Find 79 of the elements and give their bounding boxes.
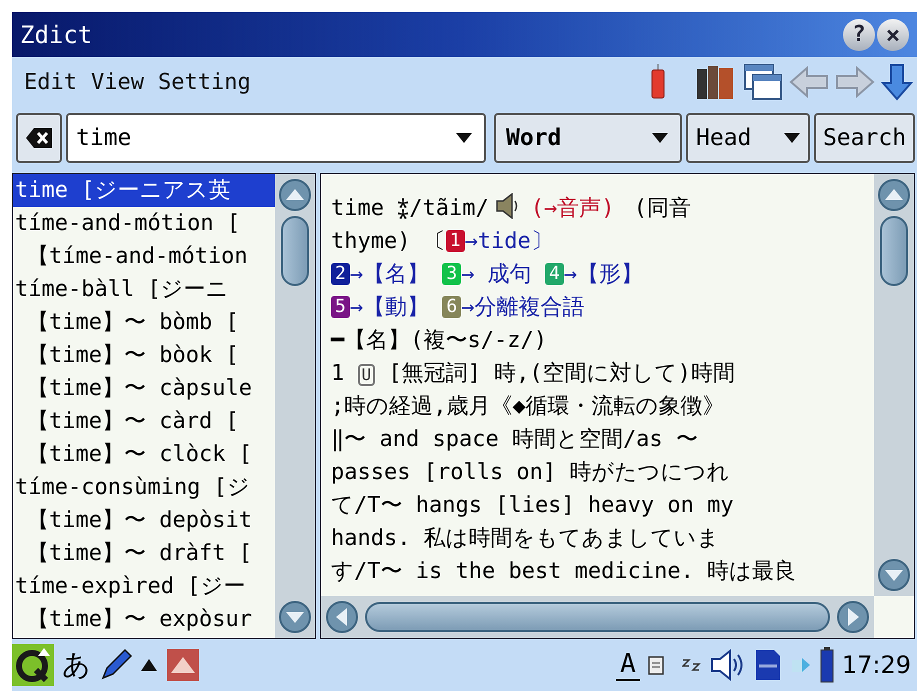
bookmark-tag-icon[interactable]: [649, 64, 667, 100]
dropdown-arrow-icon: [456, 133, 472, 143]
clipboard-icon[interactable]: [648, 655, 664, 675]
sense-badge[interactable]: 1: [446, 230, 465, 252]
battery-icon: [820, 647, 834, 683]
clear-button[interactable]: [16, 113, 62, 163]
pencil-icon[interactable]: [99, 648, 133, 682]
result-item[interactable]: 【time】〜 càpsule: [13, 372, 275, 405]
entry-text: ;時の経過,歳月《◆循環・流転の象徴》: [331, 394, 725, 419]
entry-text: thyme) 〔: [331, 229, 446, 254]
help-button[interactable]: ?: [843, 18, 875, 50]
windows-icon[interactable]: [743, 63, 783, 101]
search-input[interactable]: time: [76, 120, 456, 156]
menu-item[interactable]: Setting: [158, 66, 251, 98]
scroll-up-icon[interactable]: [877, 178, 911, 212]
close-button[interactable]: ×: [877, 18, 909, 50]
reference-link[interactable]: → 成句: [461, 262, 545, 287]
horizontal-scrollbar[interactable]: [321, 596, 874, 638]
launcher-icon[interactable]: [12, 644, 54, 686]
scroll-thumb[interactable]: [880, 216, 908, 286]
horizontal-scroll-thumb[interactable]: [365, 602, 830, 632]
sense-badge[interactable]: 6: [442, 296, 462, 318]
result-item[interactable]: 【time】〜 depòsit: [13, 504, 275, 537]
scroll-left-icon[interactable]: [325, 600, 359, 634]
scroll-up-icon[interactable]: [278, 178, 312, 212]
input-mode-indicator[interactable]: A: [616, 649, 640, 681]
down-arrow-icon[interactable]: [881, 63, 913, 101]
speaker-icon[interactable]: [494, 193, 519, 219]
result-item[interactable]: tíme-and-mótion [: [13, 207, 275, 240]
result-item[interactable]: 【time】〜 càrd [: [13, 405, 275, 438]
clear-icon: [26, 128, 52, 148]
sense-badge[interactable]: 2: [331, 263, 350, 285]
reference-link[interactable]: →分離複合語: [461, 295, 584, 320]
clock: 17:29: [842, 650, 911, 681]
result-item[interactable]: 【tíme-and-mótion: [13, 240, 275, 273]
sd-card-icon[interactable]: [754, 648, 782, 682]
uncountable-mark: U: [358, 364, 376, 386]
search-field[interactable]: time: [66, 113, 486, 163]
scroll-thumb[interactable]: [281, 216, 309, 286]
entry-text: て/T〜 hangs [lies] heavy on my: [331, 493, 734, 518]
result-item[interactable]: 【time】〜 bòmb [: [13, 306, 275, 339]
entry-text: 1: [331, 361, 346, 386]
entry-text: passes [rolls on] 時がたつにつれ: [331, 460, 730, 485]
scope-dropdown[interactable]: Head: [686, 113, 810, 163]
result-item[interactable]: 【time】〜 dràft [: [13, 537, 275, 570]
scroll-right-icon[interactable]: [836, 600, 870, 634]
dropdown-arrow-icon: [652, 133, 668, 143]
search-button[interactable]: Search: [814, 113, 915, 163]
menu-item[interactable]: Edit: [24, 66, 77, 98]
entry-text: (同音: [632, 196, 691, 221]
up-triangle-icon[interactable]: [141, 659, 157, 671]
entry-text: ━【名】(複〜s/-z/): [331, 328, 547, 353]
entry-text: [無冠詞] 時,(空間に対して)時間: [387, 361, 735, 386]
reference-link[interactable]: →【動】: [350, 295, 442, 320]
result-item[interactable]: tíme-bàll [ジーニ: [13, 273, 275, 306]
result-item[interactable]: tíme-expìred [ジー: [13, 570, 275, 603]
result-item[interactable]: 【time】〜 clòck [: [13, 438, 275, 471]
result-item[interactable]: 【time】〜 expòsur: [13, 603, 275, 636]
scroll-down-icon[interactable]: [877, 558, 911, 592]
audio-link[interactable]: (→音声): [530, 196, 614, 221]
result-item[interactable]: time [ジーニアス英: [13, 174, 275, 207]
scroll-down-icon[interactable]: [278, 600, 312, 634]
window-title: Zdict: [20, 20, 92, 50]
reference-link[interactable]: →【形】: [564, 262, 644, 287]
entry-text: hands. 私は時間をもてあましていま: [331, 526, 720, 551]
dropdown-arrow-icon: [784, 133, 800, 143]
entry-text: す/T〜 is the best medicine. 時は最良: [331, 559, 796, 584]
input-method-indicator[interactable]: あ: [62, 644, 91, 686]
result-item[interactable]: 【time】〜 bòok [: [13, 339, 275, 372]
result-item[interactable]: tíme-consùming [ジ: [13, 471, 275, 504]
entry-text: time ⁑/tãim/: [331, 196, 489, 221]
reference-link[interactable]: →tide〕: [464, 229, 553, 254]
sense-badge[interactable]: 5: [331, 296, 350, 318]
entry-text: ‖〜 and space 時間と空間/as 〜: [331, 427, 698, 452]
menu-item[interactable]: View: [90, 66, 144, 98]
reference-link[interactable]: →【名】: [350, 262, 442, 287]
vertical-scrollbar[interactable]: [275, 174, 315, 638]
mode-dropdown[interactable]: Word: [494, 113, 682, 163]
vertical-scrollbar[interactable]: [874, 174, 914, 596]
